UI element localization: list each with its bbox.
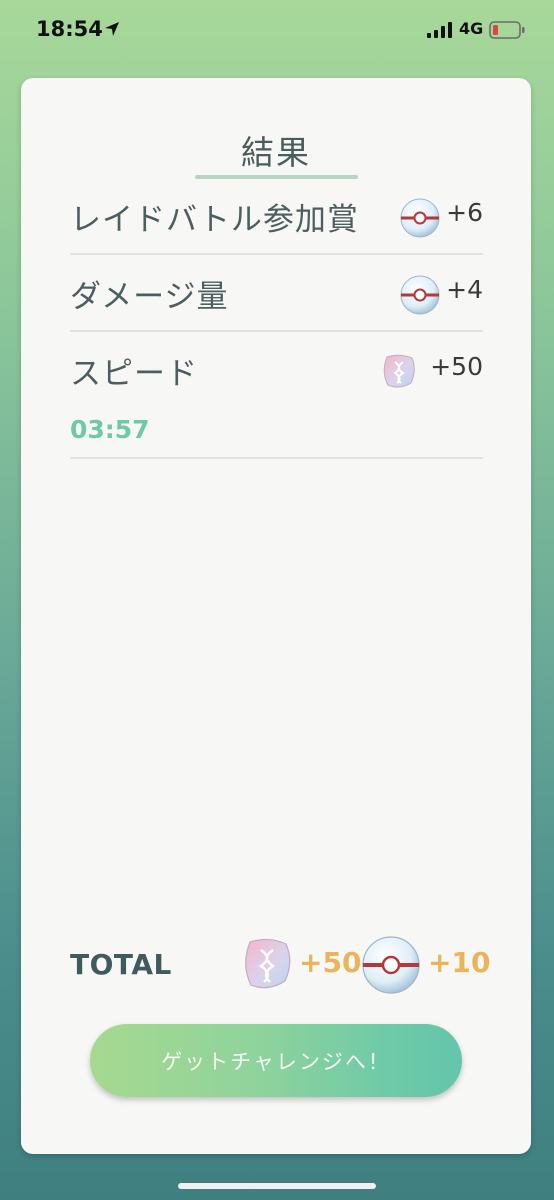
network-type: 4G: [459, 19, 484, 38]
total-label: TOTAL: [70, 948, 172, 981]
page-title: 結果: [241, 133, 311, 172]
result-card: 結果 レイドバトル参加賞 +6 ダメージ量 +4 スピード +50 03:57 …: [21, 78, 531, 1154]
get-challenge-button[interactable]: ゲットチャレンジへ！: [90, 1024, 462, 1097]
status-time: 18:54: [36, 17, 103, 41]
divider: [70, 457, 483, 459]
home-indicator[interactable]: [178, 1183, 376, 1189]
reward-row-damage: ダメージ量 +4: [70, 255, 483, 332]
reward-row-speed: スピード +50 03:57: [70, 332, 483, 459]
reward-row-raid-participation: レイドバトル参加賞 +6: [70, 178, 483, 255]
premier-ball-icon: [400, 275, 440, 315]
rare-candy-icon: [383, 354, 415, 388]
status-bar: 18:54 4G: [0, 0, 554, 62]
reward-value: +4: [446, 275, 483, 304]
total-candy-value: +50: [299, 946, 362, 979]
premier-ball-icon: [362, 936, 420, 994]
reward-value: +50: [430, 352, 483, 381]
signal-bars-icon: [427, 22, 452, 38]
reward-label: レイドバトル参加賞: [70, 202, 359, 238]
speed-time: 03:57: [70, 415, 150, 444]
reward-value: +6: [446, 198, 483, 227]
premier-ball-icon: [400, 198, 440, 238]
reward-label: ダメージ量: [70, 279, 229, 315]
rare-candy-icon: [245, 938, 291, 989]
total-ball-value: +10: [428, 946, 491, 979]
battery-low-icon: [489, 21, 525, 39]
reward-label: スピード: [70, 356, 198, 392]
location-arrow-icon: [105, 22, 119, 36]
